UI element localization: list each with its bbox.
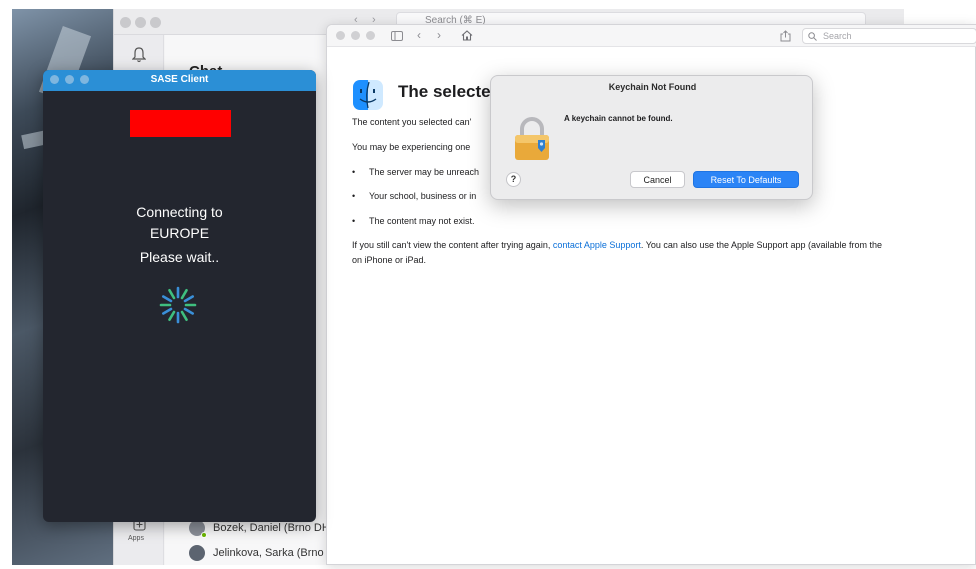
support-paragraph-line2: on iPhone or iPad. <box>352 255 427 265</box>
error-paragraph: The content you selected can' <box>352 117 472 127</box>
sidebar-toggle-icon[interactable] <box>391 31 403 41</box>
chat-list-item[interactable]: Bozek, Daniel (Brno DH <box>189 520 330 538</box>
error-paragraph: You may be experiencing one <box>352 142 471 152</box>
bell-icon[interactable] <box>132 47 146 63</box>
back-icon[interactable]: ‹ <box>417 28 421 42</box>
forward-icon[interactable]: › <box>437 28 441 42</box>
search-icon <box>808 32 817 41</box>
chat-contact-name: Jelinkova, Sarka (Brno <box>213 547 324 559</box>
chat-contact-name: Bozek, Daniel (Brno DH <box>213 522 330 534</box>
chat-list-item[interactable]: Jelinkova, Sarka (Brno <box>189 545 324 561</box>
close-window-button[interactable] <box>336 31 345 40</box>
dialog-message: A keychain cannot be found. <box>564 114 673 123</box>
keychain-not-found-dialog: Keychain Not Found A keychain cannot be … <box>490 75 813 200</box>
status-line: Please wait.. <box>139 249 220 265</box>
dialog-title: Keychain Not Found <box>608 82 697 92</box>
support-paragraph: If you still can't view the content afte… <box>352 240 883 250</box>
loading-spinner-icon <box>159 286 197 324</box>
status-line: Connecting to <box>136 204 223 220</box>
help-button[interactable]: ? <box>506 172 521 187</box>
finder-icon <box>353 80 383 110</box>
bullet-item: • The content may not exist. <box>352 216 475 226</box>
avatar <box>189 545 205 561</box>
page-heading: The selected <box>398 82 501 101</box>
contact-support-link[interactable]: contact Apple Support <box>553 240 641 250</box>
cancel-button[interactable]: Cancel <box>630 171 685 188</box>
zoom-window-button[interactable] <box>150 17 161 28</box>
minimize-window-button[interactable] <box>135 17 146 28</box>
safari-search-input[interactable]: Search <box>802 28 976 44</box>
desktop: ‹ › Search (⌘ E) Apps Chat … Bozek, Dani… <box>0 0 976 569</box>
avatar <box>189 520 207 538</box>
sase-titlebar: SASE Client <box>43 70 316 91</box>
redacted-logo <box>130 110 231 137</box>
bullet-item: • Your school, business or in <box>352 191 477 201</box>
sase-window-title: SASE Client <box>150 74 209 85</box>
minimize-window-button[interactable] <box>351 31 360 40</box>
safari-toolbar: ‹ › Search <box>327 25 976 47</box>
sase-client-window: SASE Client Connecting to EUROPE Please … <box>43 70 316 522</box>
connection-status: Connecting to EUROPE Please wait.. <box>43 202 316 268</box>
reset-to-defaults-button[interactable]: Reset To Defaults <box>693 171 799 188</box>
share-icon[interactable] <box>780 30 791 42</box>
close-window-button[interactable] <box>120 17 131 28</box>
bullet-item: • The server may be unreach <box>352 167 480 177</box>
zoom-window-button[interactable] <box>366 31 375 40</box>
home-icon[interactable] <box>461 30 473 41</box>
keychain-lock-icon <box>515 117 549 160</box>
apps-label: Apps <box>128 535 144 542</box>
status-region: EUROPE <box>149 225 210 241</box>
